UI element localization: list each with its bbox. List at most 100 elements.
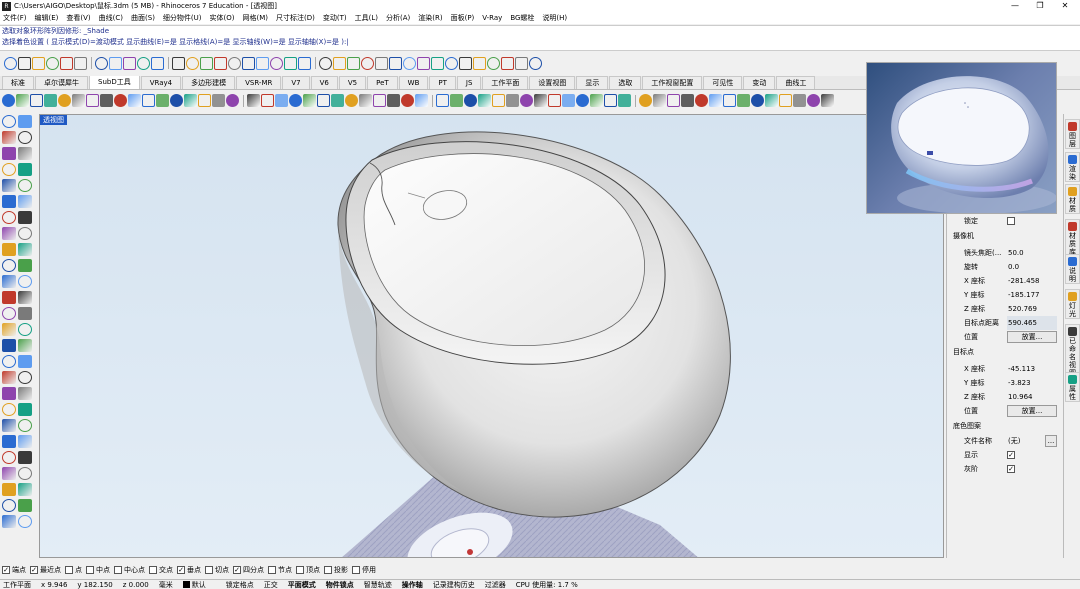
toolbar-tab[interactable]: V5: [338, 76, 367, 89]
target-place-button[interactable]: 放置...: [1007, 405, 1057, 417]
pan-icon[interactable]: [172, 56, 185, 70]
subd-tool-icon[interactable]: [317, 94, 330, 107]
print-icon[interactable]: [46, 56, 59, 70]
subd-tool-icon[interactable]: [765, 94, 778, 107]
toolbar-tab[interactable]: 选取: [609, 76, 642, 89]
vray-icon[interactable]: [18, 499, 32, 512]
cylinder-icon[interactable]: [2, 243, 16, 256]
snap-checkbox[interactable]: [324, 566, 332, 574]
subd-tool-icon[interactable]: [401, 94, 414, 107]
rotation-field[interactable]: 0.0: [1007, 260, 1057, 274]
subd-tool-icon[interactable]: [170, 94, 183, 107]
lock-icon[interactable]: [18, 467, 32, 480]
target-y-field[interactable]: -3.823: [1007, 376, 1057, 390]
split-icon[interactable]: [2, 339, 16, 352]
ellipse-icon[interactable]: [2, 163, 16, 176]
toolbar-tab[interactable]: WB: [398, 76, 429, 89]
polyline-icon[interactable]: [2, 131, 16, 144]
import-icon[interactable]: [60, 56, 73, 70]
offset-icon[interactable]: [18, 195, 32, 208]
box-icon[interactable]: [2, 227, 16, 240]
camera-z-field[interactable]: 520.769: [1007, 302, 1057, 316]
material-icon[interactable]: [18, 403, 32, 416]
subd-tool-icon[interactable]: [807, 94, 820, 107]
subd-tool-icon[interactable]: [821, 94, 834, 107]
show-checkbox[interactable]: ✓: [1007, 451, 1015, 459]
toolbar-tab[interactable]: JS: [456, 76, 482, 89]
settings-icon[interactable]: [18, 515, 32, 528]
snap-toggle[interactable]: 点: [65, 565, 82, 575]
surface-icon[interactable]: [445, 56, 458, 70]
subd-tool-icon[interactable]: [30, 94, 43, 107]
subd-tool-icon[interactable]: [359, 94, 372, 107]
toolbar-tab[interactable]: 变动: [743, 76, 776, 89]
units-label[interactable]: 毫米: [159, 580, 173, 589]
side-tab[interactable]: 已命名视图: [1065, 324, 1080, 378]
subd-tool-icon[interactable]: [275, 94, 288, 107]
snap-checkbox[interactable]: [352, 566, 360, 574]
subd-tool-icon[interactable]: [737, 94, 750, 107]
side-tab[interactable]: 属性: [1065, 372, 1080, 402]
subd-tool-icon[interactable]: [289, 94, 302, 107]
point-icon[interactable]: [417, 56, 430, 70]
toolbar-tab[interactable]: 多边形建模: [182, 76, 236, 89]
mesh-icon[interactable]: [2, 259, 16, 272]
subd-tool-icon[interactable]: [156, 94, 169, 107]
menu-item[interactable]: 实体(O): [210, 13, 235, 23]
text-icon[interactable]: [18, 259, 32, 272]
toolbar-tab[interactable]: 卓尔谟犀牛: [35, 76, 88, 89]
subd-tool-icon[interactable]: [464, 94, 477, 107]
side-tab[interactable]: 灯光: [1065, 289, 1080, 319]
camera-x-field[interactable]: -281.458: [1007, 274, 1057, 288]
snap-toggle[interactable]: ✓ 垂点: [177, 565, 201, 575]
point-icon[interactable]: [18, 115, 32, 128]
toolbar-tab[interactable]: 曲线工: [776, 76, 816, 89]
snap-checkbox[interactable]: [86, 566, 94, 574]
render-icon[interactable]: [375, 56, 388, 70]
subd-tool-icon[interactable]: [590, 94, 603, 107]
target-z-field[interactable]: 10.964: [1007, 390, 1057, 404]
status-toggle[interactable]: 记录建构历史: [433, 580, 475, 589]
array-icon[interactable]: [2, 323, 16, 336]
rotate-icon[interactable]: [18, 291, 32, 304]
menu-item[interactable]: 工具(L): [355, 13, 378, 23]
subd-tool-icon[interactable]: [751, 94, 764, 107]
subd-tool-icon[interactable]: [709, 94, 722, 107]
snap-toggle[interactable]: 顶点: [296, 565, 320, 575]
menu-item[interactable]: V-Ray: [482, 14, 502, 22]
export-icon[interactable]: [74, 56, 87, 70]
subd-tool-icon[interactable]: [345, 94, 358, 107]
toolbar-tab[interactable]: V7: [282, 76, 310, 89]
menu-item[interactable]: 渲染(R): [418, 13, 442, 23]
subd-tool-icon[interactable]: [562, 94, 575, 107]
script-icon[interactable]: [18, 483, 32, 496]
status-toggle[interactable]: 物件锁点: [326, 580, 354, 589]
select-icon[interactable]: [319, 56, 332, 70]
perspective-viewport[interactable]: 透视图: [39, 114, 944, 558]
camera-icon[interactable]: [2, 435, 16, 448]
toolbar-tab[interactable]: 工作平面: [482, 76, 529, 89]
toolbar-tab[interactable]: 显示: [576, 76, 609, 89]
new-file-icon[interactable]: [4, 56, 17, 70]
side-tab[interactable]: 图层: [1065, 119, 1080, 149]
snap-checkbox[interactable]: ✓: [30, 566, 38, 574]
status-toggle[interactable]: 正交: [264, 580, 278, 589]
material-icon[interactable]: [389, 56, 402, 70]
snap-toggle[interactable]: 投影: [324, 565, 348, 575]
undo-view-icon[interactable]: [256, 56, 269, 70]
subd-tool-icon[interactable]: [695, 94, 708, 107]
freeform-icon[interactable]: [18, 179, 32, 192]
status-toggle[interactable]: 平面模式: [288, 580, 316, 589]
menu-item[interactable]: 尺寸标注(D): [276, 13, 315, 23]
fillet-icon[interactable]: [2, 371, 16, 384]
subd-tool-icon[interactable]: [793, 94, 806, 107]
subd-tool-icon[interactable]: [198, 94, 211, 107]
snap-toggle[interactable]: ✓ 端点: [2, 565, 26, 575]
rectangle-icon[interactable]: [18, 163, 32, 176]
background-section-header[interactable]: 底色图案: [953, 421, 981, 431]
select-icon[interactable]: [2, 115, 16, 128]
circle-icon[interactable]: [2, 147, 16, 160]
snap-checkbox[interactable]: [268, 566, 276, 574]
menu-item[interactable]: BG螺栓: [510, 13, 534, 23]
subd-tool-icon[interactable]: [415, 94, 428, 107]
